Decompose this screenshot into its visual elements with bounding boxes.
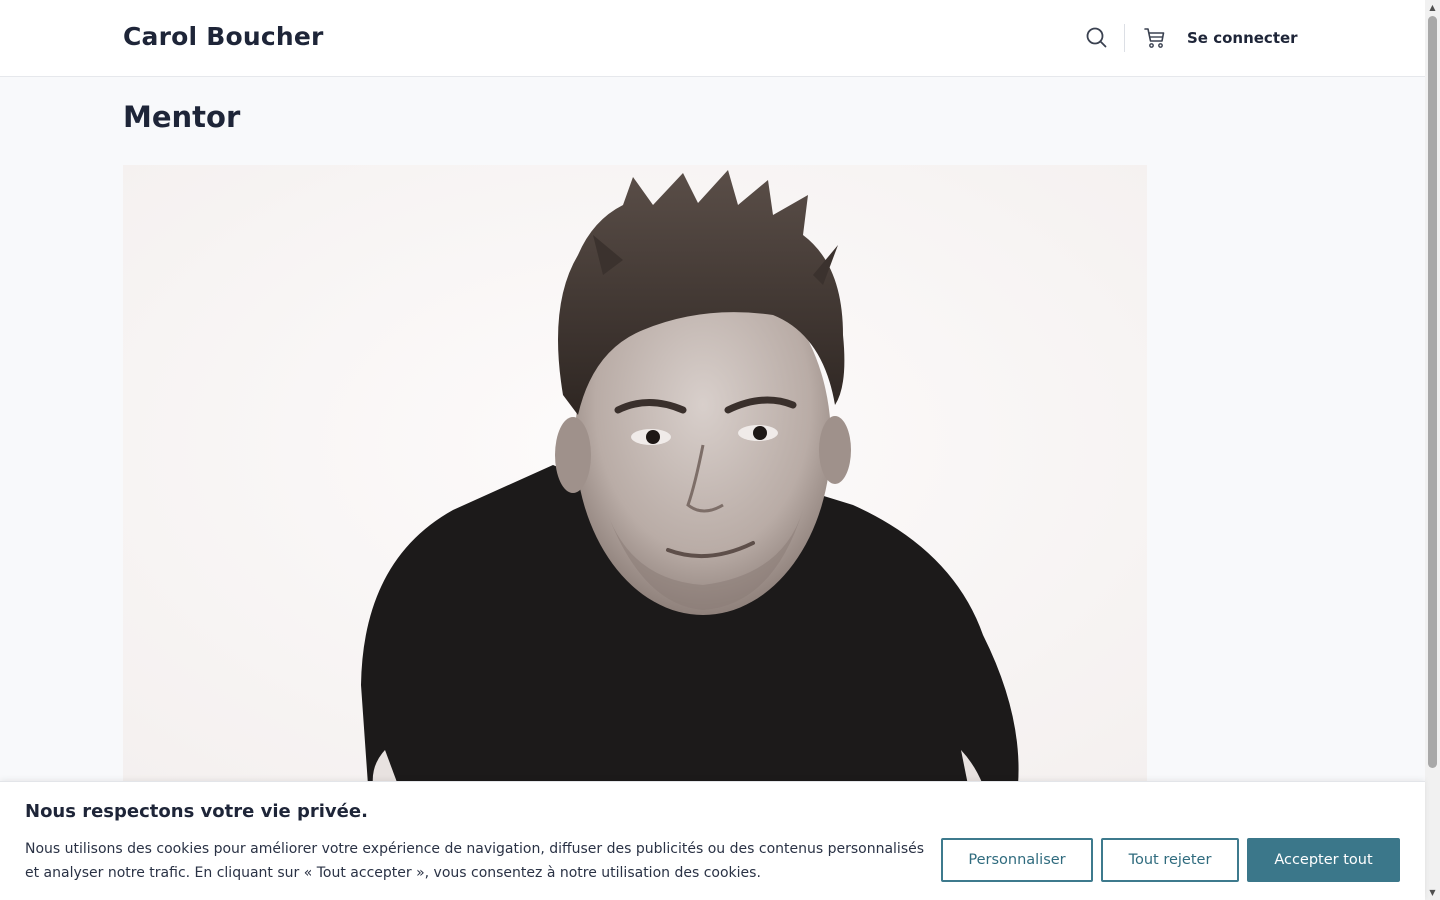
search-icon[interactable] — [1084, 25, 1109, 50]
portrait-photo — [123, 165, 1147, 785]
login-link[interactable]: Se connecter — [1187, 29, 1298, 47]
cookie-text: Nous utilisons des cookies pour améliore… — [25, 841, 925, 881]
scroll-thumb[interactable] — [1428, 16, 1437, 768]
site-brand[interactable]: Carol Boucher — [123, 22, 324, 51]
scroll-up-icon[interactable]: ▲ — [1425, 0, 1440, 15]
site-header: Carol Boucher Se connecter — [0, 0, 1425, 77]
header-divider — [1124, 24, 1125, 52]
customize-button[interactable]: Personnaliser — [941, 838, 1093, 882]
cart-icon[interactable] — [1142, 24, 1167, 52]
cookie-banner: Nous respectons votre vie privée. Nous u… — [0, 781, 1425, 900]
accept-all-button[interactable]: Accepter tout — [1247, 838, 1400, 882]
scroll-down-icon[interactable]: ▼ — [1425, 885, 1440, 900]
reject-all-button[interactable]: Tout rejeter — [1101, 838, 1239, 882]
cookie-title: Nous respectons votre vie privée. — [25, 801, 368, 822]
page-scrollbar[interactable]: ▲ ▼ — [1425, 0, 1440, 900]
page-title: Mentor — [123, 100, 241, 134]
